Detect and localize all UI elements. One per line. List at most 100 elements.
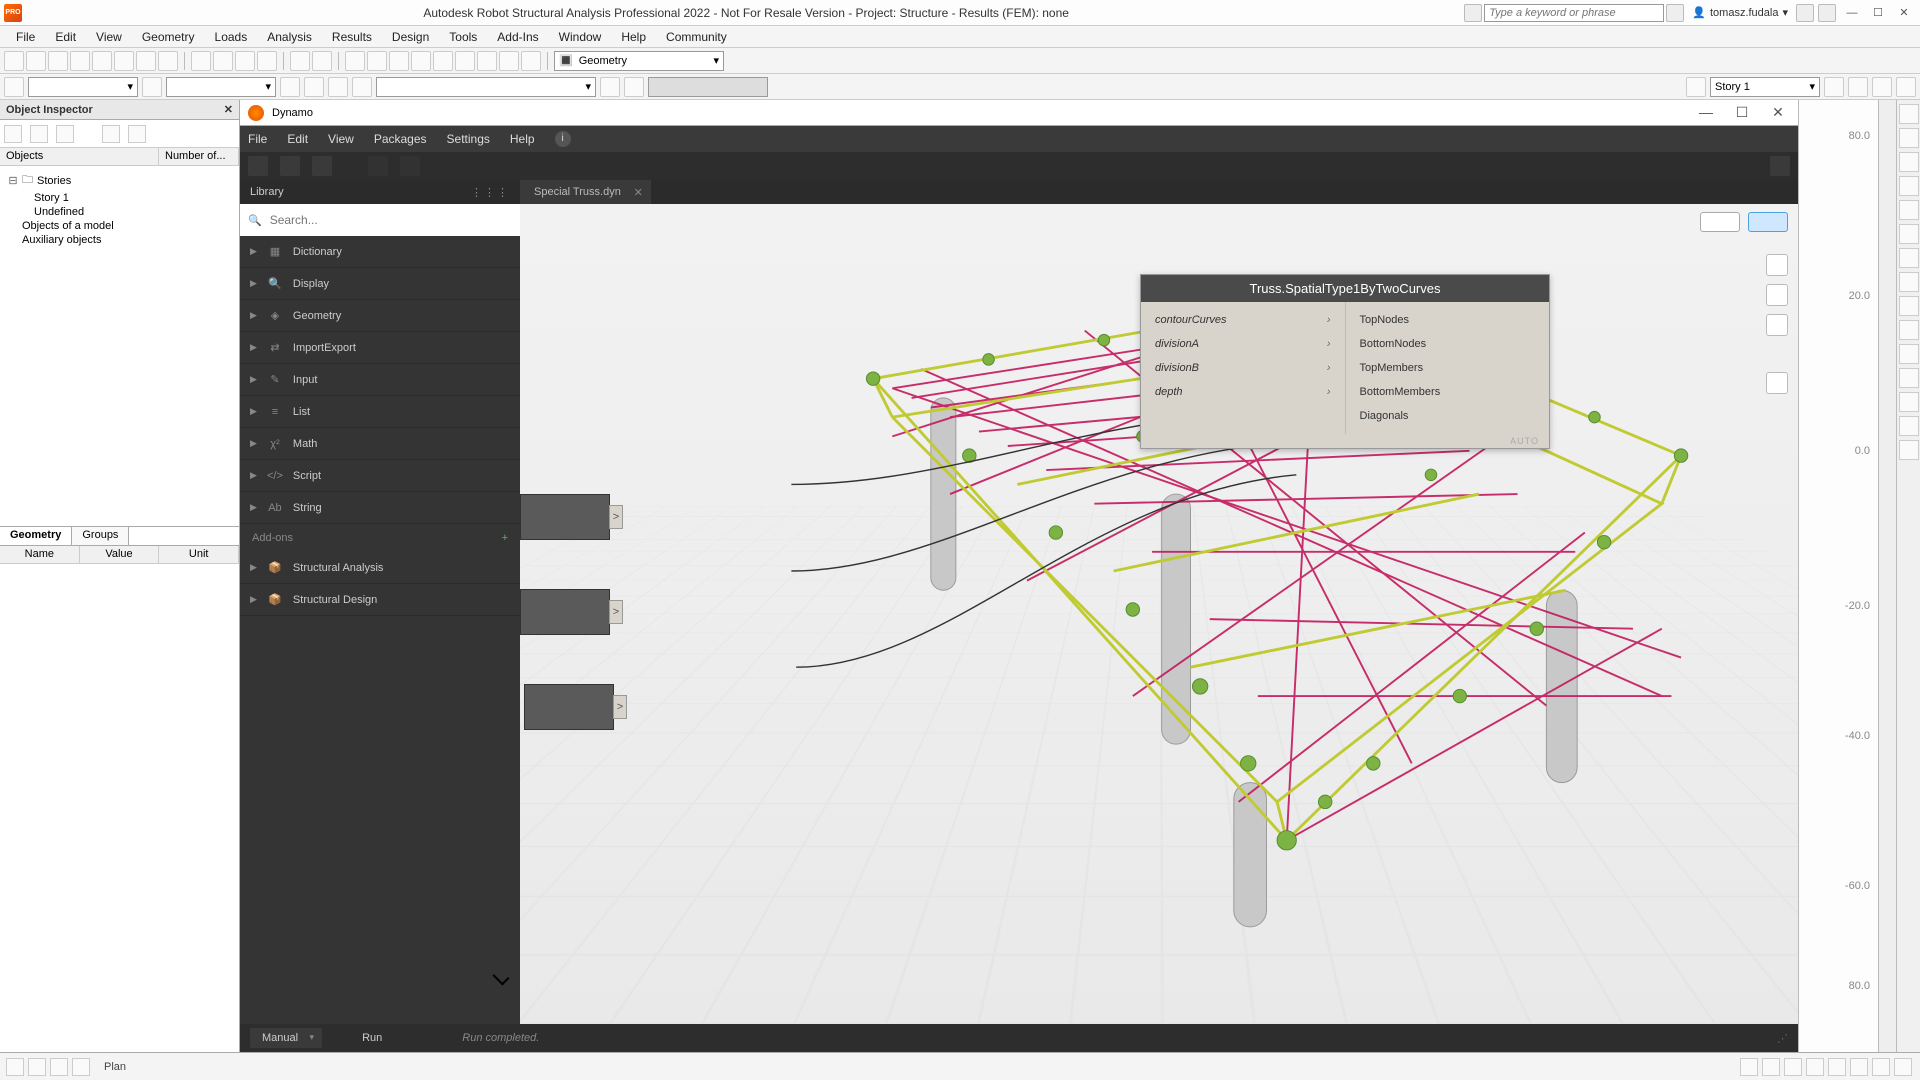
library-category-list[interactable]: ▶≡List	[240, 396, 520, 428]
ortho-icon[interactable]	[1784, 1058, 1802, 1076]
library-search-input[interactable]	[270, 213, 512, 227]
run-button[interactable]: Run	[342, 1028, 402, 1048]
library-category-importexport[interactable]: ▶⇄ImportExport	[240, 332, 520, 364]
run-mode-select[interactable]: Manual	[250, 1028, 322, 1048]
search-go-icon[interactable]	[1666, 4, 1684, 22]
user-account[interactable]: 👤 tomasz.fudala ▾	[1692, 6, 1788, 19]
menu-community[interactable]: Community	[656, 30, 737, 44]
dynamo-open-icon[interactable]	[280, 156, 300, 176]
background-3d-canvas[interactable]: > > > Truss.SpatialType1ByTwoCurves cont…	[520, 204, 1798, 1024]
node-select-icon[interactable]	[4, 77, 24, 97]
menu-design[interactable]: Design	[382, 30, 439, 44]
upstream-node-3[interactable]: >	[524, 684, 614, 730]
app-store-icon[interactable]	[1796, 4, 1814, 22]
view-tab-icon[interactable]	[28, 1058, 46, 1076]
dynamo-menu-packages[interactable]: Packages	[374, 132, 427, 146]
help-icon[interactable]	[1818, 4, 1836, 22]
zoom-fit-icon[interactable]	[1766, 254, 1788, 276]
upstream-node-1[interactable]: >	[520, 494, 610, 540]
zoom-window-icon[interactable]	[345, 51, 365, 71]
dynamo-new-icon[interactable]	[248, 156, 268, 176]
filter-icon[interactable]	[280, 77, 300, 97]
input-divisiona[interactable]: divisionA›	[1141, 332, 1345, 356]
inspector-delete-icon[interactable]	[56, 125, 74, 143]
paste-icon[interactable]	[213, 51, 233, 71]
rt-icon-9[interactable]	[1899, 296, 1919, 316]
dynamo-menu-edit[interactable]: Edit	[287, 132, 308, 146]
zoom-icon[interactable]	[367, 51, 387, 71]
rt-icon-4[interactable]	[1899, 176, 1919, 196]
infocenter-icon[interactable]	[1464, 4, 1482, 22]
property-grid[interactable]	[0, 564, 239, 1052]
osnap-icon[interactable]	[1740, 1058, 1758, 1076]
library-category-string[interactable]: ▶AbString	[240, 492, 520, 524]
node-select-combo[interactable]: ▾	[28, 77, 138, 97]
coords-icon[interactable]	[1828, 1058, 1846, 1076]
library-category-dictionary[interactable]: ▶▦Dictionary	[240, 236, 520, 268]
expand-icon[interactable]: ⊟	[8, 174, 18, 187]
library-category-input[interactable]: ▶✎Input	[240, 364, 520, 396]
object-tree[interactable]: ⊟ 🗀 Stories Story 1 Undefined Objects of…	[0, 166, 239, 526]
screenshot-icon[interactable]	[136, 51, 156, 71]
output-topmembers[interactable]: TopMembers	[1346, 356, 1550, 380]
dynamo-graph-canvas[interactable]: > > > Truss.SpatialType1ByTwoCurves cont…	[520, 204, 1798, 1024]
units-icon[interactable]	[1806, 1058, 1824, 1076]
inspector-close-icon[interactable]: ✕	[224, 103, 233, 116]
dynamo-maximize-button[interactable]: ☐	[1730, 104, 1754, 121]
maximize-button[interactable]: ☐	[1866, 4, 1890, 22]
output-bottomnodes[interactable]: BottomNodes	[1346, 332, 1550, 356]
output-bottommembers[interactable]: BottomMembers	[1346, 380, 1550, 404]
dynamo-save-icon[interactable]	[312, 156, 332, 176]
rt-icon-14[interactable]	[1899, 416, 1919, 436]
menu-file[interactable]: File	[6, 30, 45, 44]
rt-icon-13[interactable]	[1899, 392, 1919, 412]
story-select[interactable]: Story 1 ▾	[1710, 77, 1820, 97]
menu-tools[interactable]: Tools	[439, 30, 487, 44]
bar-select-icon[interactable]	[142, 77, 162, 97]
library-collapse-icon[interactable]: ⋮⋮⋮	[471, 186, 510, 199]
new-icon[interactable]	[4, 51, 24, 71]
tab-geometry[interactable]: Geometry	[0, 527, 72, 545]
rt-icon-6[interactable]	[1899, 224, 1919, 244]
edit-icon[interactable]	[290, 51, 310, 71]
view-tab-icon[interactable]	[50, 1058, 68, 1076]
grid-icon[interactable]	[312, 51, 332, 71]
view-filter-icon[interactable]	[1896, 77, 1916, 97]
node-lacing-label[interactable]: AUTO	[1141, 434, 1549, 448]
dynamo-menu-file[interactable]: File	[248, 132, 267, 146]
panel-icon[interactable]	[328, 77, 348, 97]
right-scrollbar[interactable]	[1878, 100, 1896, 1052]
save-icon[interactable]	[48, 51, 68, 71]
layout-icon[interactable]	[114, 51, 134, 71]
dynamo-title-bar[interactable]: Dynamo — ☐ ✕	[240, 100, 1798, 126]
select-icon[interactable]	[455, 51, 475, 71]
dynamo-info-icon[interactable]: i	[555, 131, 571, 147]
display2-icon[interactable]	[1872, 1058, 1890, 1076]
tree-item-auxiliary[interactable]: Auxiliary objects	[4, 233, 235, 247]
truss-node[interactable]: Truss.SpatialType1ByTwoCurves contourCur…	[1140, 274, 1550, 449]
rt-icon-15[interactable]	[1899, 440, 1919, 460]
rt-icon-10[interactable]	[1899, 320, 1919, 340]
output-port[interactable]: >	[609, 505, 623, 529]
tree-item-stories[interactable]: ⊟ 🗀 Stories	[4, 170, 235, 191]
tree-item-objects-model[interactable]: Objects of a model	[4, 219, 235, 233]
display3-icon[interactable]	[1894, 1058, 1912, 1076]
library-category-display[interactable]: ▶🔍Display	[240, 268, 520, 300]
library-category-script[interactable]: ▶</>Script	[240, 460, 520, 492]
story-down-icon[interactable]	[1848, 77, 1868, 97]
dynamo-close-button[interactable]: ✕	[1766, 104, 1790, 121]
layout-select[interactable]: 🔳 Geometry ▾	[554, 51, 724, 71]
rt-icon-11[interactable]	[1899, 344, 1919, 364]
menu-window[interactable]: Window	[549, 30, 612, 44]
inspector-filter-icon[interactable]	[4, 125, 22, 143]
dynamo-redo-icon[interactable]	[400, 156, 420, 176]
library-addon-structural-analysis[interactable]: ▶📦Structural Analysis	[240, 552, 520, 584]
story-nav-icon[interactable]	[1686, 77, 1706, 97]
upstream-node-2[interactable]: >	[520, 589, 610, 635]
rt-icon-5[interactable]	[1899, 200, 1919, 220]
undo-icon[interactable]	[235, 51, 255, 71]
tab-groups[interactable]: Groups	[72, 527, 129, 545]
input-divisionb[interactable]: divisionB›	[1141, 356, 1345, 380]
3d-view-toggle[interactable]	[1748, 212, 1788, 232]
delete-icon[interactable]	[158, 51, 178, 71]
